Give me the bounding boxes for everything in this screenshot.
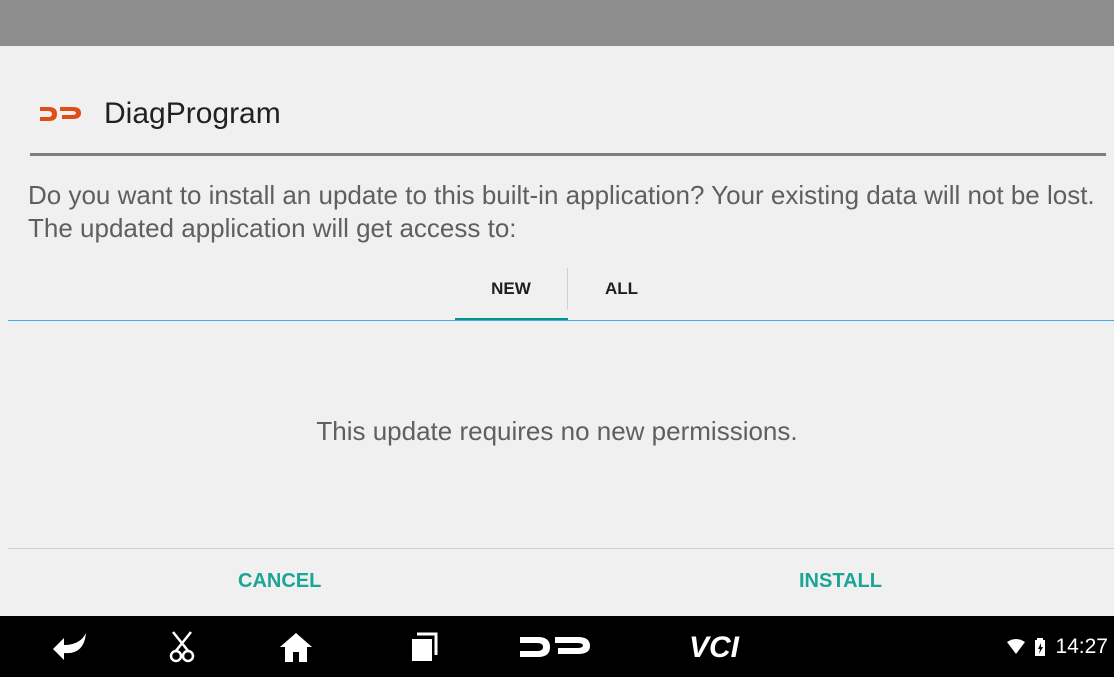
- system-status-area: 14:27: [1007, 616, 1108, 677]
- install-dialog: DiagProgram Do you want to install an up…: [0, 46, 1114, 616]
- clock: 14:27: [1055, 634, 1108, 658]
- dp-logo-icon[interactable]: [520, 616, 592, 677]
- recents-icon[interactable]: [404, 616, 444, 677]
- permission-tabs: NEW ALL: [0, 266, 1114, 322]
- install-description: Do you want to install an update to this…: [28, 180, 1095, 243]
- tabs-underline: [8, 320, 1114, 321]
- actions-divider: [8, 548, 1114, 549]
- header-divider: [30, 153, 1106, 156]
- permissions-message: This update requires no new permissions.: [316, 416, 798, 446]
- tab-all[interactable]: ALL: [568, 266, 680, 322]
- status-bar: [0, 0, 1114, 46]
- vci-icon[interactable]: VCI: [678, 616, 750, 677]
- navigation-bar: VCI 14:27: [0, 616, 1114, 677]
- app-header: DiagProgram: [40, 86, 281, 142]
- vci-label: VCI: [689, 631, 740, 664]
- cancel-button[interactable]: CANCEL: [238, 570, 321, 593]
- wifi-icon: [1007, 638, 1026, 654]
- tab-new[interactable]: NEW: [455, 266, 567, 322]
- install-button[interactable]: INSTALL: [799, 570, 882, 593]
- home-icon[interactable]: [276, 616, 316, 677]
- back-icon[interactable]: [45, 616, 95, 677]
- battery-icon: [1035, 637, 1046, 656]
- scissors-icon[interactable]: [162, 616, 202, 677]
- app-title: DiagProgram: [104, 97, 281, 130]
- app-icon: [40, 107, 81, 121]
